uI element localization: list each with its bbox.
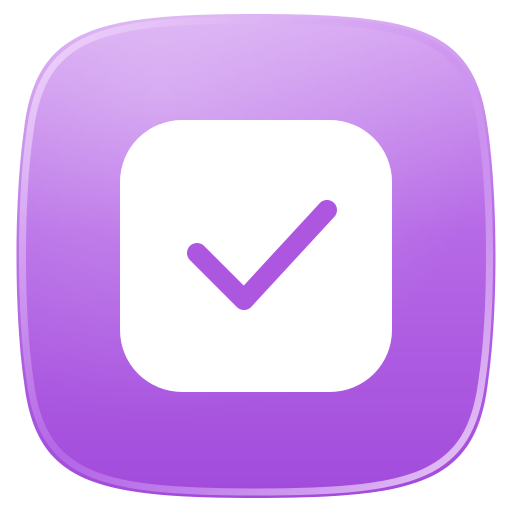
app-icon-stage xyxy=(0,0,512,512)
checkbox-box xyxy=(120,120,392,392)
checkbox-app-icon[interactable] xyxy=(0,0,512,512)
